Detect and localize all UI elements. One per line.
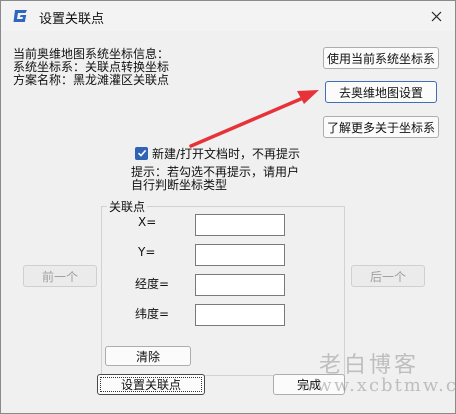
longitude-label: 经度= <box>135 277 170 291</box>
use-system-coord-button[interactable]: 使用当前系统坐标系 <box>323 47 439 69</box>
no-prompt-checkbox[interactable] <box>135 146 148 160</box>
dialog-window: 设置关联点 当前奥维地图系统坐标信息： 系统坐标系：关联点转换坐标 方案名称：黑… <box>0 0 456 414</box>
hint-text-line2: 自行判断坐标类型 <box>131 178 228 192</box>
g-logo-icon <box>13 10 27 22</box>
check-icon <box>137 149 146 157</box>
window-title: 设置关联点 <box>39 12 105 27</box>
latitude-label: 纬度= <box>135 307 170 321</box>
close-button[interactable] <box>423 4 449 28</box>
watermark-url: www.xcbtmw.com <box>299 375 456 396</box>
no-prompt-label: 新建/打开文档时，不再提示 <box>152 146 301 161</box>
clear-button[interactable]: 清除 <box>105 346 191 366</box>
y-label: Y= <box>138 245 156 259</box>
longitude-input[interactable] <box>195 274 285 296</box>
x-input[interactable] <box>195 214 285 236</box>
set-point-button[interactable]: 设置关联点 <box>97 374 205 395</box>
scheme-name-info: 方案名称：黑龙滩灌区关联点 <box>13 73 170 87</box>
goto-ovi-settings-button[interactable]: 去奥维地图设置 <box>325 81 437 103</box>
no-prompt-checkbox-row[interactable]: 新建/打开文档时，不再提示 <box>135 144 300 162</box>
title-bar: 设置关联点 <box>1 1 455 31</box>
learn-more-coord-button[interactable]: 了解更多关于坐标系 <box>323 116 439 138</box>
group-label: 关联点 <box>107 198 148 215</box>
y-input[interactable] <box>195 244 285 266</box>
latitude-input[interactable] <box>195 304 285 326</box>
close-icon <box>431 11 441 21</box>
prev-button[interactable]: 前一个 <box>23 265 97 287</box>
x-label: X= <box>138 215 157 229</box>
next-button[interactable]: 后一个 <box>351 265 425 287</box>
